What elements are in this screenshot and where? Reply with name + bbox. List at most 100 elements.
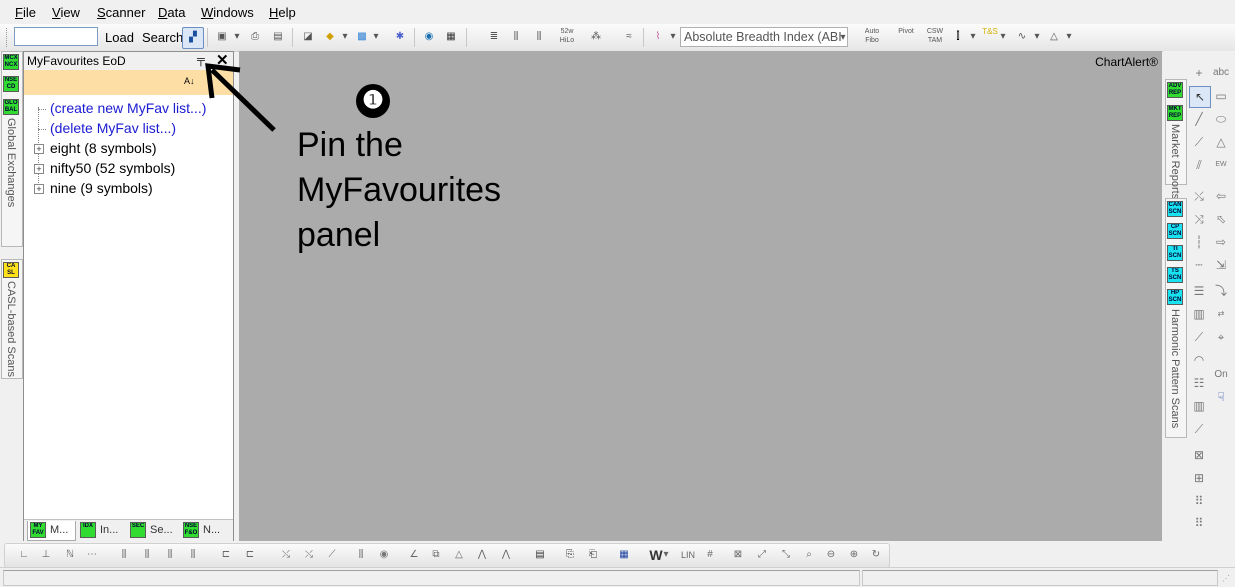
expand-icon[interactable]: + — [34, 144, 44, 154]
document-icon[interactable]: ▤ — [531, 546, 549, 564]
menu-data[interactable]: Data — [158, 5, 185, 20]
adv-rep-badge[interactable]: ADV REP — [1167, 82, 1183, 98]
rectangle-icon[interactable]: ▭ — [1211, 86, 1231, 106]
arc-icon[interactable]: ◠ — [1189, 350, 1209, 370]
bars2-icon[interactable]: ⫼ — [529, 27, 549, 47]
menu-scanner[interactable]: Scanner — [97, 5, 145, 20]
ellipse-icon[interactable]: ⬭ — [1211, 109, 1231, 129]
fib-arc-icon[interactable]: ⟋ — [1189, 419, 1209, 439]
auto-fibo-icon[interactable]: Auto Fibo — [862, 27, 882, 47]
select-tool-icon[interactable]: ▞ — [182, 27, 204, 49]
menu-file[interactable]: File — [15, 5, 36, 20]
scale-035-icon[interactable]: ⋯ — [83, 546, 101, 564]
pattern-grid-icon[interactable]: ⊠ — [1189, 445, 1209, 465]
delete-list-link[interactable]: (delete MyFav list...) — [50, 120, 176, 136]
trend3-icon[interactable]: ⟋ — [323, 546, 341, 564]
list-item[interactable]: nine (9 symbols) — [50, 180, 153, 196]
zoom-box-icon[interactable]: ⧉ — [427, 546, 445, 564]
trendline-icon[interactable]: ⟋ — [1189, 132, 1209, 152]
bars-icon[interactable]: ⫼ — [506, 27, 526, 47]
arrow-turn-icon[interactable]: ⤵ — [1211, 281, 1231, 301]
dot-grid-icon[interactable]: ⠿ — [1189, 491, 1209, 511]
candle-pattern4-icon[interactable]: ⫼ — [184, 546, 202, 564]
hand-tool-icon[interactable]: ☟ — [1211, 387, 1231, 407]
vertical-line-icon[interactable]: ┆ — [1189, 232, 1209, 252]
arrow-down-right-icon[interactable]: ⇲ — [1211, 255, 1231, 275]
refresh-icon[interactable]: ↻ — [867, 546, 885, 564]
zoom-in-icon[interactable]: ⊕ — [845, 546, 863, 564]
casl-badge[interactable]: CA SL — [3, 262, 19, 278]
cp-scn-badge[interactable]: CP SCN — [1167, 223, 1183, 239]
ew-sym-icon[interactable]: EW — [1211, 155, 1231, 175]
gann-icon[interactable]: ⤨ — [1189, 209, 1209, 229]
linear-scale-button[interactable]: LIN — [677, 546, 699, 564]
mt-icon[interactable]: ▩ — [352, 27, 372, 47]
expand-icon[interactable]: + — [34, 164, 44, 174]
abc-pattern-icon[interactable]: ⋀ — [473, 546, 491, 564]
expand2-icon[interactable]: ⤡ — [777, 546, 795, 564]
copy-icon[interactable]: ⎘ — [561, 546, 579, 564]
zoom-out-icon[interactable]: ⊖ — [822, 546, 840, 564]
mcx-badge[interactable]: MCX NCX — [3, 54, 19, 70]
dropdown-arrow-icon[interactable]: ▾ — [998, 27, 1008, 47]
dropdown-arrow-icon[interactable]: ▾ — [371, 27, 381, 47]
create-list-link[interactable]: (create new MyFav list...) — [50, 100, 206, 116]
sort-az-icon[interactable]: A↓ — [184, 76, 195, 86]
text-tool-icon[interactable]: abc — [1211, 63, 1231, 83]
list-item[interactable]: nifty50 (52 symbols) — [50, 160, 175, 176]
fib-fan-icon[interactable]: ☷ — [1189, 373, 1209, 393]
list-icon[interactable]: ≣ — [484, 27, 504, 47]
star-ts-icon[interactable]: T&S — [980, 27, 1000, 47]
ratio-icon[interactable]: ⇄ — [1211, 304, 1231, 324]
dropdown-arrow-icon[interactable]: ▾ — [968, 27, 978, 47]
global-badge[interactable]: GLO BAL — [3, 99, 19, 115]
mp-icon[interactable]: ◉ — [375, 546, 393, 564]
line-icon[interactable]: ╱ — [1189, 109, 1209, 129]
scatter-icon[interactable]: ⁂ — [586, 27, 606, 47]
arrow-up-left-icon[interactable]: ⬁ — [1211, 209, 1231, 229]
pointer-icon[interactable]: ↖ — [1189, 86, 1211, 108]
candle-icon[interactable]: ⫿ — [948, 27, 968, 47]
pivot-icon[interactable]: Pivot — [896, 27, 916, 47]
arrow-right-icon[interactable]: ⇨ — [1211, 232, 1231, 252]
paste-icon[interactable]: ⎗ — [584, 546, 602, 564]
dot-grid2-icon[interactable]: ⠿ — [1189, 513, 1209, 533]
ts-scn-badge[interactable]: TS SCN — [1167, 267, 1183, 283]
angle-icon[interactable]: ∠ — [405, 546, 423, 564]
diamond-icon[interactable]: ◆ — [320, 27, 340, 47]
resize-grip-icon[interactable]: ⋰ — [1222, 574, 1232, 584]
expand-icon[interactable]: + — [34, 184, 44, 194]
mkt-rep-badge[interactable]: MKT REP — [1167, 105, 1183, 121]
save-icon[interactable]: ▣ — [212, 27, 232, 47]
tab-sectors[interactable]: SEC Se... — [128, 521, 178, 540]
abc-icon[interactable]: ⋀ — [497, 546, 515, 564]
tab-indices[interactable]: IDX In... — [78, 521, 125, 540]
tool-icon[interactable]: ⌖ — [1211, 327, 1231, 347]
candle-pattern3-icon[interactable]: ⫼ — [161, 546, 179, 564]
ti-scn-badge[interactable]: TI SCN — [1167, 245, 1183, 261]
network-icon[interactable]: ✱ — [390, 27, 410, 47]
hp-scn-badge[interactable]: HP SCN — [1167, 289, 1183, 305]
print-preview-icon[interactable]: ▤ — [268, 27, 288, 47]
crosshair-icon[interactable]: + — [1189, 63, 1209, 83]
print-icon[interactable]: ⎙ — [245, 27, 265, 47]
speed-lines-icon[interactable]: ⟋ — [1189, 327, 1209, 347]
data-icon[interactable]: ◪ — [298, 27, 318, 47]
channel-icon[interactable]: ⫽ — [1189, 155, 1209, 175]
tab-myfav[interactable]: MY FAV M... — [27, 521, 76, 541]
scale-icon[interactable]: ⊥ — [37, 546, 55, 564]
grid-icon[interactable]: # — [701, 546, 719, 564]
wave-icon[interactable]: ∿ — [1012, 27, 1032, 47]
tab-global-exchanges[interactable]: MCX NCX NSE CD GLO BAL Global Exchanges — [1, 51, 23, 247]
search-button[interactable]: Search — [142, 30, 183, 45]
arrow-left-icon[interactable]: ⇦ — [1211, 186, 1231, 206]
dropdown-arrow-icon[interactable]: ▾ — [232, 27, 242, 47]
bar-icon[interactable]: ⊏ — [217, 546, 235, 564]
dropdown-arrow-icon[interactable]: ▾ — [1032, 27, 1042, 47]
symbol-input[interactable] — [14, 27, 98, 46]
menu-view[interactable]: View — [52, 5, 80, 20]
csw-tam-icon[interactable]: CSW TAM — [925, 27, 945, 47]
indicator-icon[interactable]: ⌇ — [648, 27, 668, 47]
menu-windows[interactable]: Windows — [201, 5, 254, 20]
trend-icon[interactable]: ⤯ — [277, 546, 295, 564]
